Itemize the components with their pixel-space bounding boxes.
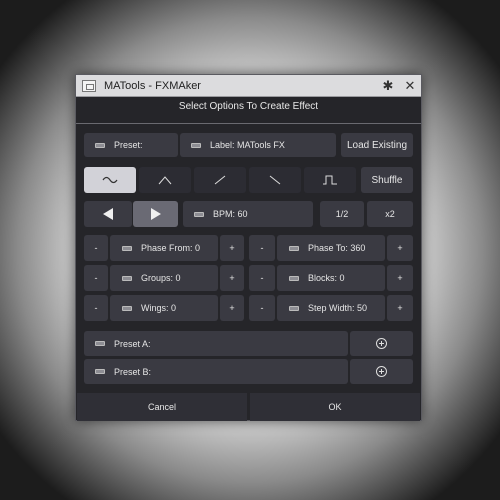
bpm-label: BPM: 60	[213, 209, 248, 219]
wings-field[interactable]: Wings: 0	[110, 295, 218, 321]
ramp-down-icon	[269, 175, 281, 185]
title-bar[interactable]: MATools - FXMAker ✱ ✕	[76, 75, 421, 97]
phase-to-plus-button[interactable]: +	[387, 235, 413, 261]
direction-left-button[interactable]	[84, 201, 132, 227]
phase-from-label: Phase From: 0	[141, 243, 201, 253]
shuffle-button[interactable]: Shuffle	[361, 167, 413, 193]
groups-plus-button[interactable]: +	[220, 265, 244, 291]
double-speed-button[interactable]: x2	[367, 201, 413, 227]
triangle-wave-button[interactable]	[139, 167, 191, 193]
led-indicator-icon	[122, 245, 132, 251]
step-width-plus-button[interactable]: +	[387, 295, 413, 321]
cancel-button[interactable]: Cancel	[77, 393, 247, 421]
phase-from-plus-button[interactable]: +	[220, 235, 244, 261]
led-indicator-icon	[122, 275, 132, 281]
led-indicator-icon	[95, 369, 105, 374]
preset-a-add-button[interactable]	[350, 331, 413, 356]
preset-label: Preset:	[114, 140, 143, 150]
arrow-left-icon	[103, 208, 113, 220]
app-window-icon	[82, 79, 96, 92]
phase-to-field[interactable]: Phase To: 360	[277, 235, 385, 261]
phase-from-field[interactable]: Phase From: 0	[110, 235, 218, 261]
label-button[interactable]: Label: MATools FX	[180, 133, 336, 157]
groups-minus-button[interactable]: -	[84, 265, 108, 291]
step-width-label: Step Width: 50	[308, 303, 368, 313]
blocks-minus-button[interactable]: -	[249, 265, 275, 291]
phase-to-label: Phase To: 360	[308, 243, 366, 253]
led-indicator-icon	[95, 142, 105, 148]
led-indicator-icon	[191, 142, 201, 148]
groups-label: Groups: 0	[141, 273, 181, 283]
preset-button[interactable]: Preset:	[84, 133, 178, 157]
ok-button[interactable]: OK	[250, 393, 420, 421]
fx-maker-window: MATools - FXMAker ✱ ✕ Select Options To …	[75, 74, 422, 421]
gear-icon[interactable]: ✱	[377, 75, 399, 97]
add-circle-icon	[376, 338, 387, 349]
sine-wave-icon	[102, 176, 118, 184]
sine-wave-button[interactable]	[84, 167, 136, 193]
direction-right-button[interactable]	[133, 201, 178, 227]
led-indicator-icon	[95, 341, 105, 346]
square-wave-icon	[323, 175, 337, 185]
phase-from-minus-button[interactable]: -	[84, 235, 108, 261]
ramp-down-wave-button[interactable]	[249, 167, 301, 193]
wings-label: Wings: 0	[141, 303, 177, 313]
close-icon[interactable]: ✕	[399, 75, 421, 97]
led-indicator-icon	[289, 245, 299, 251]
triangle-wave-icon	[158, 176, 172, 185]
preset-b-field[interactable]: Preset B:	[84, 359, 348, 384]
blocks-plus-button[interactable]: +	[387, 265, 413, 291]
dialog-title: Select Options To Create Effect	[178, 101, 319, 112]
groups-field[interactable]: Groups: 0	[110, 265, 218, 291]
half-speed-button[interactable]: 1/2	[320, 201, 364, 227]
add-circle-icon	[376, 366, 387, 377]
led-indicator-icon	[122, 305, 132, 311]
preset-b-label: Preset B:	[114, 366, 152, 377]
wings-plus-button[interactable]: +	[220, 295, 244, 321]
ramp-up-wave-button[interactable]	[194, 167, 246, 193]
blocks-field[interactable]: Blocks: 0	[277, 265, 385, 291]
window-title: MATools - FXMAker	[104, 79, 201, 92]
square-wave-button[interactable]	[304, 167, 356, 193]
phase-to-minus-button[interactable]: -	[249, 235, 275, 261]
load-existing-button[interactable]: Load Existing	[341, 133, 413, 157]
ramp-up-icon	[214, 175, 226, 185]
arrow-right-icon	[150, 208, 161, 220]
preset-a-label: Preset A:	[114, 338, 151, 349]
led-indicator-icon	[194, 211, 204, 217]
title-divider	[76, 123, 421, 124]
wings-minus-button[interactable]: -	[84, 295, 108, 321]
led-indicator-icon	[289, 305, 299, 311]
bpm-button[interactable]: BPM: 60	[183, 201, 313, 227]
step-width-minus-button[interactable]: -	[249, 295, 275, 321]
effect-label: Label: MATools FX	[210, 140, 285, 150]
blocks-label: Blocks: 0	[308, 273, 345, 283]
step-width-field[interactable]: Step Width: 50	[277, 295, 385, 321]
preset-b-add-button[interactable]	[350, 359, 413, 384]
led-indicator-icon	[289, 275, 299, 281]
preset-a-field[interactable]: Preset A:	[84, 331, 348, 356]
